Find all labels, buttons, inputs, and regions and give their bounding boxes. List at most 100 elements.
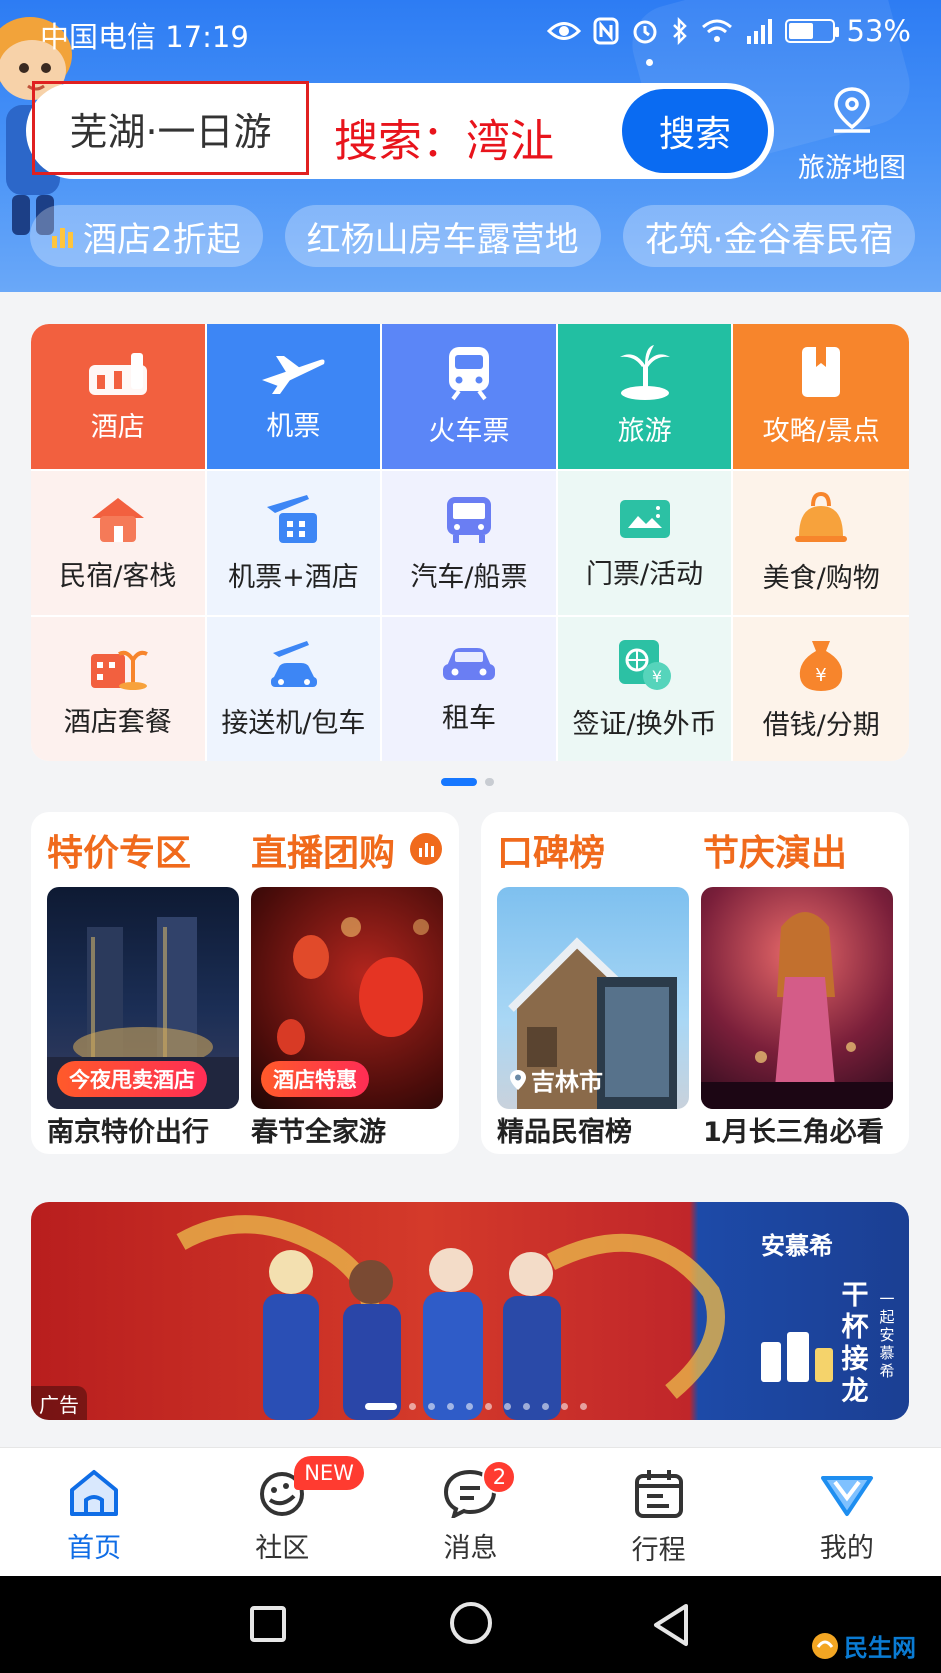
tab-mine[interactable]: 我的 (753, 1448, 941, 1577)
status-dot (646, 59, 653, 66)
location-tag: 吉林市 (509, 1062, 603, 1097)
search-keyword[interactable]: 芜湖·一日游 (32, 81, 309, 175)
calendar-icon (634, 1470, 683, 1518)
festival-show-title[interactable]: 节庆演出 (703, 824, 847, 876)
service-label: 机票 (266, 411, 321, 442)
service-label: 机票+酒店 (228, 561, 359, 593)
service-label: 旅游 (617, 416, 672, 447)
watermark-text: 民生网 (844, 1634, 916, 1662)
service-label: 攻略/景点 (762, 416, 880, 447)
live-icon (410, 833, 442, 865)
service-label: 汽车/船票 (410, 561, 528, 593)
main-content: 酒店 机票 火车票 旅游 攻略/景点 民宿/客栈 机票+酒店 汽车/船票 门票/… (0, 292, 941, 1447)
service-label: 酒店套餐 (63, 706, 172, 738)
status-icons: 53% (546, 14, 911, 48)
service-visa-currency[interactable]: ¥ 签证/换外币 (557, 615, 734, 761)
homestay-icon (91, 497, 144, 542)
map-pin-icon (834, 87, 870, 133)
ad-brand: 安慕希 (761, 1232, 833, 1260)
watermark-logo-icon (812, 1632, 838, 1659)
search-bar[interactable]: 芜湖·一日游 搜索：湾沚 搜索 (26, 81, 774, 179)
service-hotel-package[interactable]: 酒店套餐 (31, 615, 207, 761)
battery-percent: 53% (846, 14, 911, 48)
ticket-icon (619, 499, 670, 538)
airport-transfer-icon (271, 640, 318, 687)
service-travel[interactable]: 旅游 (557, 324, 734, 469)
tab-label: 首页 (67, 1533, 122, 1564)
new-badge: NEW (294, 1456, 364, 1490)
chip-label: 红杨山房车露营地 (306, 219, 579, 260)
profile-diamond-icon (820, 1476, 873, 1516)
ad-slogan: 干杯接龙 (841, 1280, 869, 1407)
alarm-icon (633, 20, 657, 44)
wifi-icon (701, 19, 732, 42)
chip-rv-camp[interactable]: 红杨山房车露营地 (284, 205, 601, 267)
ad-pager-dot (504, 1403, 511, 1410)
service-guide[interactable]: 攻略/景点 (733, 324, 909, 469)
search-button[interactable]: 搜索 (622, 89, 768, 173)
service-row-main: 酒店 机票 火车票 旅游 攻略/景点 (31, 324, 909, 469)
service-flight-hotel[interactable]: 机票+酒店 (206, 469, 383, 615)
service-label: 借钱/分期 (762, 709, 880, 741)
chip-hotel-discount[interactable]: 酒店2折起 (30, 205, 263, 267)
bus-icon (446, 496, 491, 543)
promo-image-spring-festival[interactable]: 酒店特惠 (251, 887, 443, 1109)
service-loan[interactable]: ¥ 借钱/分期 (733, 615, 909, 761)
location-label: 吉林市 (531, 1068, 603, 1096)
tab-messages[interactable]: 消息 2 (376, 1448, 564, 1577)
header: 中国电信 17:19 53% 芜湖·一日游 搜索：湾沚 搜索 旅游地图 酒店2折… (0, 0, 941, 292)
service-flight[interactable]: 机票 (206, 324, 383, 469)
promo-caption[interactable]: 南京特价出行 (47, 1110, 209, 1149)
service-airport-transfer[interactable]: 接送机/包车 (206, 615, 383, 761)
search-placeholder[interactable]: 搜索：湾沚 (334, 105, 554, 169)
service-hotel[interactable]: 酒店 (31, 324, 207, 469)
signal-icon (746, 19, 772, 44)
promo-image-nanjing[interactable]: 今夜甩卖酒店 (47, 887, 239, 1109)
ad-slogan-small: 一起安慕希 (879, 1290, 895, 1380)
chip-label: 花筑·金谷春民宿 (644, 219, 894, 260)
promo-caption[interactable]: 1月长三角必看 (703, 1110, 884, 1149)
service-row-3: 酒店套餐 接送机/包车 租车 ¥ 签证/换外币 ¥ 借钱/分期 (31, 615, 909, 761)
service-tickets[interactable]: 门票/活动 (557, 469, 734, 615)
promo-card-right: 口碑榜 节庆演出 吉林市 精品民宿榜 1月长三角必看 (481, 812, 909, 1154)
service-label: 门票/活动 (586, 558, 704, 590)
service-food-shopping[interactable]: 美食/购物 (733, 469, 909, 615)
recent-apps-button[interactable] (250, 1606, 286, 1642)
bottom-tab-bar: 首页 社区 NEW 消息 2 行程 我的 (0, 1447, 941, 1576)
special-offer-title[interactable]: 特价专区 (47, 824, 191, 876)
ranking-title[interactable]: 口碑榜 (497, 824, 605, 876)
home-button[interactable] (450, 1602, 492, 1644)
promo-tag: 酒店特惠 (261, 1061, 369, 1097)
live-group-title[interactable]: 直播团购 (251, 824, 395, 876)
pager-dot-active (441, 778, 477, 786)
service-label: 签证/换外币 (572, 708, 717, 740)
tab-community[interactable]: 社区 NEW (188, 1448, 376, 1577)
promo-image-concert[interactable] (701, 887, 893, 1109)
ad-pager-dot (428, 1403, 435, 1410)
tab-home[interactable]: 首页 (0, 1448, 188, 1577)
ad-banner[interactable]: 安慕希 干杯接龙 一起安慕希 广告 (31, 1202, 909, 1420)
service-car-rental[interactable]: 租车 (382, 615, 558, 761)
train-icon (448, 347, 489, 401)
service-bus-ferry[interactable]: 汽车/船票 (382, 469, 558, 615)
service-train[interactable]: 火车票 (382, 324, 558, 469)
hotel-icon (88, 353, 147, 395)
promo-caption[interactable]: 精品民宿榜 (497, 1110, 632, 1149)
money-bag-icon: ¥ (799, 640, 843, 691)
ad-pager-dot (466, 1403, 473, 1410)
bluetooth-icon (672, 17, 687, 45)
chip-label: 酒店2折起 (83, 219, 241, 260)
carrier-time: 中国电信 17:19 (40, 20, 249, 54)
promo-caption[interactable]: 春节全家游 (251, 1110, 386, 1149)
service-label: 接送机/包车 (221, 707, 366, 739)
ad-pager-dot (580, 1403, 587, 1410)
service-homestay[interactable]: 民宿/客栈 (31, 469, 207, 615)
eye-icon (546, 22, 581, 40)
svg-text:¥: ¥ (651, 667, 661, 686)
tab-itinerary[interactable]: 行程 (565, 1448, 753, 1577)
promo-image-homestay[interactable]: 吉林市 (497, 887, 689, 1109)
food-shopping-icon (795, 491, 848, 542)
back-button[interactable] (650, 1602, 692, 1648)
travel-map-button[interactable]: 旅游地图 (792, 85, 912, 185)
chip-homestay[interactable]: 花筑·金谷春民宿 (622, 205, 916, 267)
